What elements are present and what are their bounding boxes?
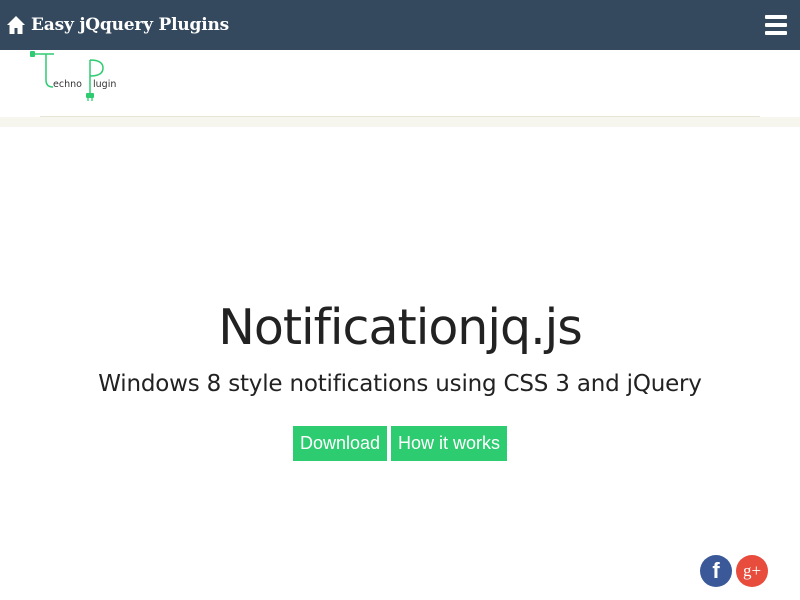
techno-plugin-logo[interactable]: echno lugin [28, 50, 118, 105]
googleplus-icon: g+ [742, 561, 762, 580]
brand-label: Easy jQquery Plugins [31, 15, 229, 35]
page-title: Notificationjq.js [218, 299, 583, 356]
hamburger-menu-icon[interactable] [765, 15, 787, 35]
googleplus-share-button[interactable]: g+ [736, 555, 768, 587]
how-it-works-button[interactable]: How it works [391, 426, 508, 461]
hero-buttons: Download How it works [0, 426, 800, 461]
download-button[interactable]: Download [292, 426, 388, 461]
logo-area: echno lugin [0, 50, 800, 118]
top-navbar: Easy jQquery Plugins [0, 0, 800, 50]
logo-text-techno: echno [53, 79, 82, 90]
brand-home-link[interactable]: Easy jQquery Plugins [6, 12, 229, 38]
page-subtitle: Windows 8 style notifications using CSS … [98, 371, 702, 397]
facebook-share-button[interactable]: f [700, 555, 732, 587]
header-band [0, 117, 800, 127]
hero-section: Notificationjq.js Windows 8 style notifi… [0, 290, 800, 402]
logo-text-plugin: lugin [93, 79, 116, 90]
facebook-icon: f [712, 558, 720, 583]
home-icon [6, 15, 26, 35]
